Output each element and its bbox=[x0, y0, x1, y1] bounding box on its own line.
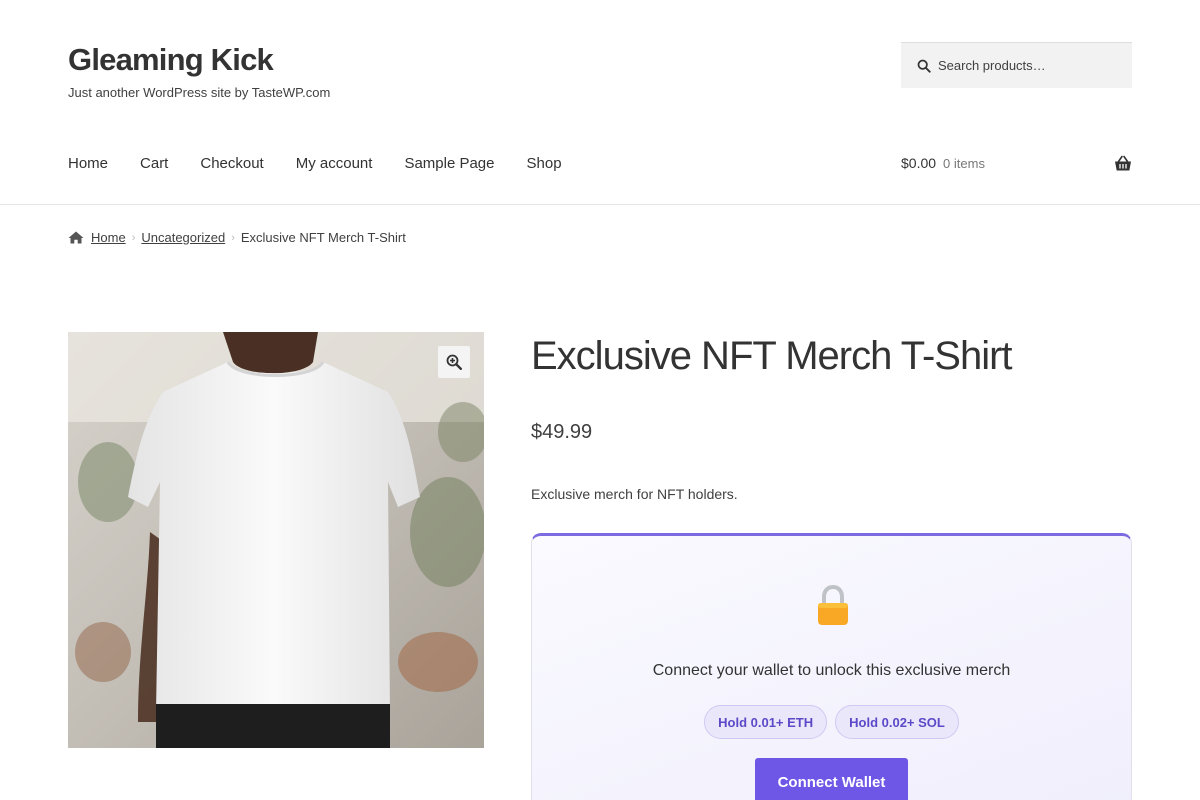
nav-item-home[interactable]: Home bbox=[68, 155, 108, 172]
nav-item-my-account[interactable]: My account bbox=[296, 155, 373, 172]
breadcrumb: Home › Uncategorized › Exclusive NFT Mer… bbox=[68, 230, 406, 245]
primary-navigation: Home Cart Checkout My account Sample Pag… bbox=[68, 155, 594, 172]
requirement-badge-eth: Hold 0.01+ ETH bbox=[704, 705, 828, 739]
site-tagline: Just another WordPress site by TasteWP.c… bbox=[68, 85, 331, 100]
zoom-button[interactable] bbox=[438, 346, 470, 378]
breadcrumb-separator: › bbox=[131, 231, 136, 244]
cart-count: 0 items bbox=[943, 155, 985, 171]
requirement-badges: Hold 0.01+ ETH Hold 0.02+ SOL bbox=[532, 705, 1131, 739]
zoom-in-icon bbox=[446, 354, 462, 370]
header-divider bbox=[0, 204, 1200, 205]
search-box[interactable] bbox=[901, 42, 1132, 88]
site-title[interactable]: Gleaming Kick bbox=[68, 42, 274, 78]
nav-item-checkout[interactable]: Checkout bbox=[200, 155, 263, 172]
product-image[interactable] bbox=[68, 332, 484, 748]
product-short-description: Exclusive merch for NFT holders. bbox=[531, 486, 738, 502]
nav-item-sample-page[interactable]: Sample Page bbox=[404, 155, 494, 172]
search-input[interactable] bbox=[938, 58, 1118, 73]
basket-icon[interactable] bbox=[1114, 155, 1132, 173]
breadcrumb-current: Exclusive NFT Merch T-Shirt bbox=[240, 230, 406, 245]
product-title: Exclusive NFT Merch T-Shirt bbox=[531, 334, 1013, 378]
cart-amount: $0.00 bbox=[901, 155, 937, 171]
header-cart[interactable]: $0.00 0 items bbox=[901, 155, 1132, 171]
connect-wallet-button[interactable]: Connect Wallet bbox=[755, 758, 908, 800]
breadcrumb-separator: › bbox=[231, 231, 235, 244]
home-icon bbox=[68, 231, 84, 244]
breadcrumb-home[interactable]: Home bbox=[91, 230, 126, 245]
breadcrumb-category[interactable]: Uncategorized bbox=[141, 230, 225, 245]
search-icon bbox=[917, 59, 931, 73]
requirement-badge-sol: Hold 0.02+ SOL bbox=[835, 705, 959, 739]
product-price: $49.99 bbox=[531, 421, 593, 443]
lock-icon bbox=[818, 585, 848, 625]
token-gate-card: Connect your wallet to unlock this exclu… bbox=[531, 533, 1132, 800]
t-shirt-photo bbox=[68, 332, 484, 748]
nav-item-shop[interactable]: Shop bbox=[527, 155, 562, 172]
token-gate-message: Connect your wallet to unlock this exclu… bbox=[652, 662, 1011, 679]
nav-item-cart[interactable]: Cart bbox=[140, 155, 168, 172]
